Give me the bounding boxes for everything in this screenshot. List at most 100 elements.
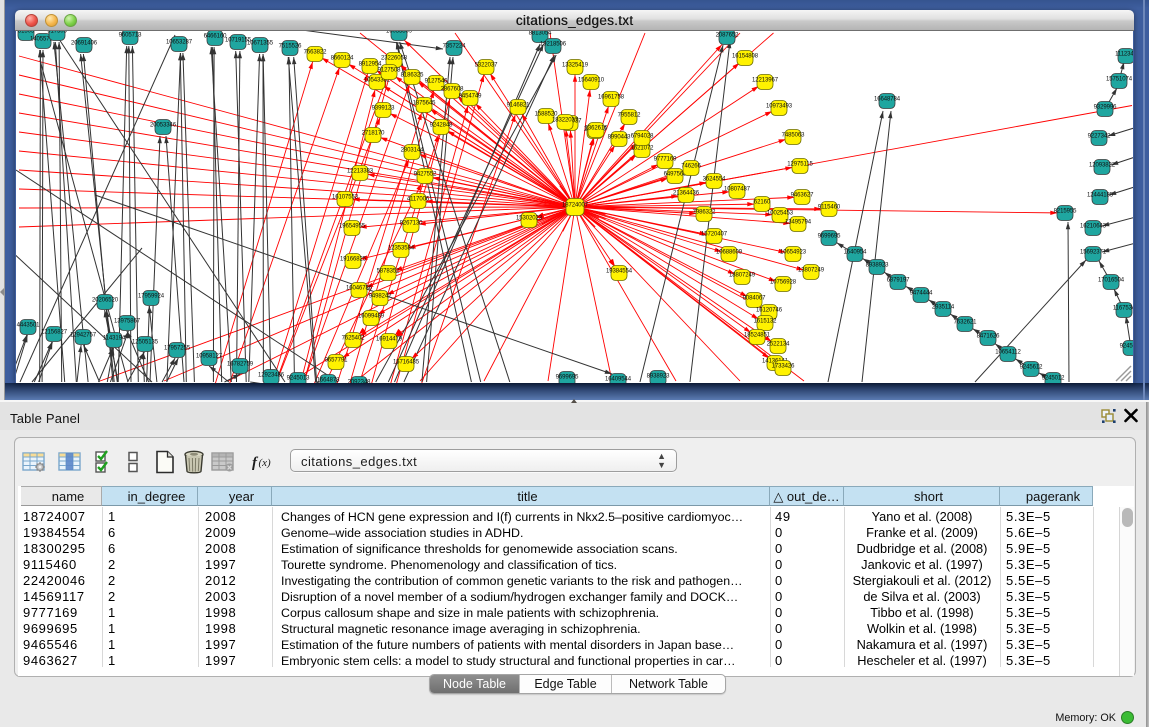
- svg-text:10973493: 10973493: [766, 104, 793, 110]
- svg-text:10653287: 10653287: [166, 40, 193, 46]
- svg-text:1112345: 1112345: [1115, 52, 1133, 58]
- svg-text:2803144: 2803144: [401, 148, 424, 154]
- svg-text:9657791: 9657791: [325, 358, 348, 364]
- svg-text:1664878: 1664878: [317, 378, 340, 384]
- svg-text:15751074: 15751074: [1106, 77, 1133, 83]
- svg-text:12923486: 12923486: [258, 373, 285, 379]
- svg-text:20053346: 20053346: [150, 123, 177, 129]
- svg-text:6466160: 6466160: [204, 34, 227, 40]
- svg-text:18524851: 18524851: [744, 333, 771, 339]
- svg-text:10654112: 10654112: [995, 350, 1021, 356]
- svg-text:917505: 917505: [47, 31, 67, 35]
- svg-text:2935114: 2935114: [932, 305, 955, 311]
- svg-text:9474444: 9474444: [910, 291, 933, 297]
- svg-text:8990443: 8990443: [608, 135, 631, 141]
- svg-text:9427552: 9427552: [414, 172, 437, 178]
- svg-text:17959924: 17959924: [138, 294, 165, 300]
- svg-text:8660124: 8660124: [331, 56, 354, 62]
- svg-text:9245012: 9245012: [1042, 376, 1065, 382]
- svg-text:19654955: 19654955: [339, 224, 366, 230]
- svg-text:16961758: 16961758: [598, 95, 625, 101]
- svg-text:2522134: 2522134: [767, 342, 790, 348]
- svg-text:6879197: 6879197: [887, 278, 910, 284]
- svg-text:13325419: 13325419: [562, 63, 589, 69]
- svg-text:19384554: 19384554: [606, 269, 633, 275]
- svg-text:2092348: 2092348: [348, 380, 371, 384]
- svg-text:5322037: 5322037: [475, 63, 498, 69]
- svg-text:18807249: 18807249: [729, 273, 756, 279]
- svg-text:9699695: 9699695: [818, 234, 841, 240]
- svg-text:7986322: 7986322: [693, 210, 716, 216]
- svg-text:16099489: 16099489: [358, 314, 385, 320]
- svg-text:15692371: 15692371: [1080, 250, 1107, 256]
- svg-text:10671355: 10671355: [247, 41, 274, 47]
- svg-text:2718170: 2718170: [362, 131, 385, 137]
- svg-text:3624554: 3624554: [703, 177, 726, 183]
- svg-text:7625402: 7625402: [342, 336, 365, 342]
- svg-text:12975115: 12975115: [787, 162, 813, 168]
- svg-text:20206520: 20206520: [92, 298, 119, 304]
- svg-text:13975867: 13975867: [114, 319, 141, 325]
- svg-text:12942757: 12942757: [70, 333, 97, 339]
- svg-text:9399123: 9399123: [372, 106, 395, 112]
- svg-text:9084067: 9084067: [743, 296, 766, 302]
- svg-text:7632621: 7632621: [954, 320, 977, 326]
- svg-text:9699695: 9699695: [556, 375, 579, 381]
- svg-text:10025453: 10025453: [767, 211, 794, 217]
- svg-text:8186325: 8186325: [401, 73, 424, 79]
- svg-text:10756928: 10756928: [770, 280, 797, 286]
- svg-text:7357224: 7357224: [443, 44, 466, 50]
- svg-text:12093822: 12093822: [1089, 163, 1116, 169]
- svg-text:9227342: 9227342: [1088, 134, 1111, 140]
- svg-text:12156827: 12156827: [41, 330, 68, 336]
- svg-text:4117006: 4117006: [407, 197, 430, 203]
- svg-text:8813054: 8813054: [529, 31, 552, 37]
- svg-text:20691406: 20691406: [71, 41, 98, 47]
- svg-text:2087652: 2087652: [716, 33, 739, 39]
- svg-text:6794028: 6794028: [631, 134, 654, 140]
- svg-text:8938923: 8938923: [647, 374, 670, 380]
- svg-text:2867608: 2867608: [441, 87, 464, 93]
- svg-text:21364436: 21364436: [673, 191, 700, 197]
- svg-text:8267130: 8267130: [400, 221, 423, 227]
- svg-text:19166825: 19166825: [340, 257, 367, 263]
- svg-text:12213967: 12213967: [752, 78, 779, 84]
- svg-text:16107553: 16107553: [332, 195, 359, 201]
- svg-text:13495794: 13495794: [785, 220, 812, 226]
- svg-text:8471626: 8471626: [977, 334, 1000, 340]
- svg-text:9245012: 9245012: [1120, 344, 1133, 350]
- svg-text:13807249: 13807249: [798, 268, 825, 274]
- svg-text:1615132: 1615132: [754, 319, 777, 325]
- svg-text:16782759: 16782759: [227, 362, 254, 368]
- svg-text:9498242: 9498242: [369, 294, 392, 300]
- svg-text:10654923: 10654923: [780, 250, 807, 256]
- svg-text:16046786: 16046786: [346, 286, 373, 292]
- svg-text:17957255: 17957255: [164, 346, 191, 352]
- svg-text:15716485: 15716485: [393, 360, 420, 366]
- svg-text:746266: 746266: [681, 164, 701, 170]
- svg-text:16914479: 16914479: [376, 337, 403, 343]
- svg-text:16409544: 16409544: [605, 377, 632, 383]
- svg-text:15720407: 15720407: [701, 232, 728, 238]
- svg-text:1733426: 1733426: [772, 364, 795, 370]
- svg-text:8938923: 8938923: [866, 263, 889, 269]
- svg-text:18724007: 18724007: [562, 203, 589, 209]
- svg-text:5878352: 5878352: [377, 269, 400, 275]
- svg-text:9146821: 9146821: [507, 103, 530, 109]
- svg-text:(x): (x): [259, 457, 272, 469]
- svg-text:10688609: 10688609: [716, 250, 743, 256]
- svg-text:9605713: 9605713: [119, 33, 142, 39]
- svg-text:17016504: 17016504: [1098, 278, 1125, 284]
- svg-text:9242848: 9242848: [430, 123, 453, 129]
- svg-text:15640910: 15640910: [578, 78, 605, 84]
- svg-text:81505: 81505: [18, 31, 35, 35]
- svg-text:1167534: 1167534: [1113, 306, 1133, 312]
- svg-text:16033809: 16033809: [386, 31, 413, 35]
- svg-text:9115460: 9115460: [818, 205, 841, 211]
- svg-text:10807487: 10807487: [724, 187, 751, 193]
- svg-text:9245013: 9245013: [287, 376, 310, 382]
- svg-text:9127546: 9127546: [425, 79, 448, 85]
- svg-text:16210643: 16210643: [1080, 224, 1107, 230]
- svg-text:1875645: 1875645: [413, 101, 436, 107]
- svg-text:9127508: 9127508: [378, 68, 401, 74]
